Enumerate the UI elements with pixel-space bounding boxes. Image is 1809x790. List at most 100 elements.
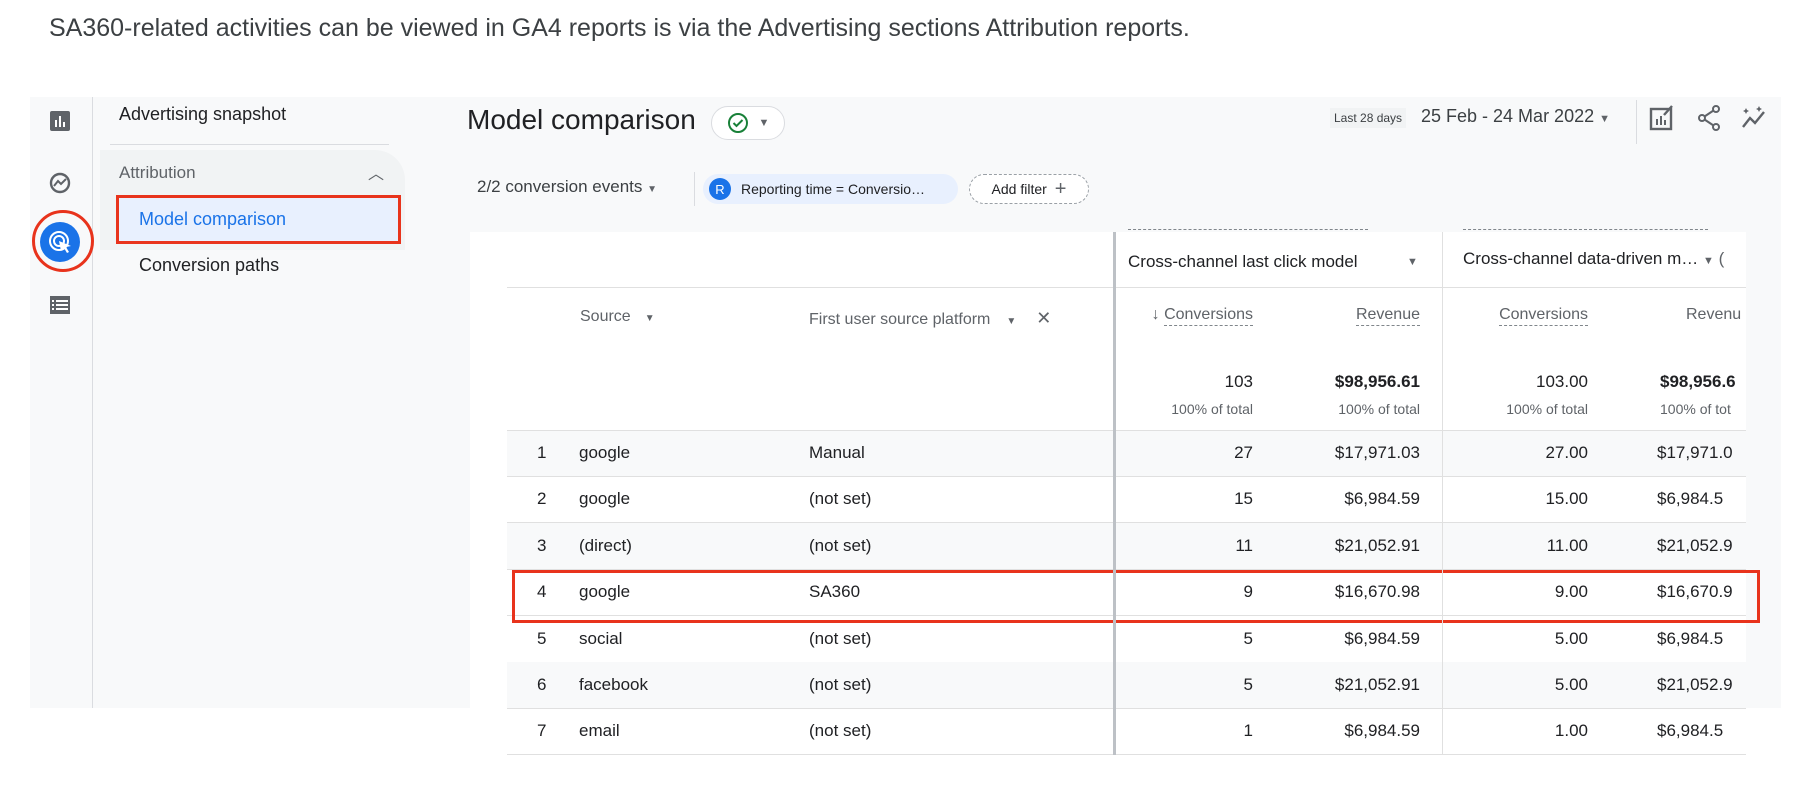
left-rail — [30, 97, 93, 708]
chip-avatar: R — [709, 178, 731, 200]
header-label: Conversions — [1164, 306, 1253, 326]
row-divider — [507, 430, 1746, 431]
add-filter-label: Add filter — [991, 181, 1047, 197]
caret-down-icon: ▼ — [1703, 255, 1714, 267]
caret-down-icon: ▼ — [644, 313, 655, 324]
header-label: Revenue — [1355, 306, 1420, 326]
cell-source[interactable]: email — [579, 721, 620, 741]
arrow-down-icon: ↓ — [1151, 306, 1160, 323]
total-revenue-1: $98,956.61 — [1334, 372, 1420, 391]
column-header-source[interactable]: Source ▼ — [580, 308, 655, 326]
share-icon[interactable] — [1696, 104, 1724, 132]
highlight-circle — [32, 210, 94, 272]
total-pct: 100% of tot — [1660, 401, 1731, 417]
page-title: Model comparison — [467, 104, 696, 135]
cell-conversions-2: 1.00 — [1554, 721, 1588, 741]
insights-icon[interactable] — [1740, 104, 1768, 132]
cell-platform[interactable]: (not set) — [809, 721, 871, 741]
nav-attribution-header[interactable]: Attribution — [119, 163, 196, 183]
nav-divider — [110, 144, 389, 145]
total-conversions-1: 103 — [1224, 372, 1253, 391]
row-divider — [507, 754, 1746, 756]
cell-conversions-2: 5.00 — [1554, 675, 1588, 694]
row-index: 1 — [537, 443, 547, 462]
add-filter-button[interactable]: Add filter + — [969, 174, 1089, 204]
cell-revenue-2: $6,984.5 — [1657, 721, 1724, 741]
cell-revenue-2: $21,052.9 — [1657, 535, 1733, 555]
cell-revenue-2: $6,984.5 — [1657, 489, 1724, 509]
cell-conversions-1: 27 — [1234, 443, 1253, 462]
cell-source[interactable]: facebook — [579, 675, 648, 695]
cell-revenue-1: $17,971.03 — [1334, 443, 1420, 462]
cell-revenue-1: $6,984.59 — [1344, 628, 1420, 648]
nav-item-conversion-paths[interactable]: Conversion paths — [139, 255, 279, 276]
customize-report-icon[interactable] — [1648, 104, 1676, 132]
column-header-conversions-1[interactable]: ↓ Conversions — [1125, 306, 1253, 326]
model-selector-data-driven[interactable]: Cross-channel data-driven m… ▼ ( — [1463, 249, 1724, 269]
cell-conversions-1: 5 — [1243, 628, 1253, 648]
cell-platform[interactable]: (not set) — [809, 489, 871, 509]
cell-platform[interactable]: (not set) — [809, 629, 871, 649]
cell-platform[interactable]: Manual — [809, 443, 865, 463]
conversion-events-dropdown[interactable]: 2/2 conversion events ▼ — [477, 177, 657, 197]
header-label: First user source platform — [809, 311, 991, 328]
highlight-box-row — [512, 570, 1760, 623]
cell-source[interactable]: social — [579, 629, 622, 649]
cell-source[interactable]: (direct) — [579, 536, 632, 556]
bar-chart-icon[interactable] — [46, 107, 74, 135]
row-index: 2 — [537, 489, 547, 509]
caret-down-icon: ▼ — [647, 184, 658, 195]
cell-platform[interactable]: (not set) — [809, 536, 871, 556]
column-header-revenue-1[interactable]: Revenue — [1300, 306, 1420, 326]
conversion-events-label: 2/2 conversion events — [477, 177, 643, 196]
model-selector-last-click[interactable]: Cross-channel last click model ▼ — [1128, 252, 1418, 272]
cell-revenue-2: $21,052.9 — [1657, 675, 1733, 694]
cell-platform[interactable]: (not set) — [809, 675, 871, 695]
caret-down-icon: ▼ — [1407, 256, 1418, 268]
cell-revenue-1: $6,984.59 — [1344, 721, 1420, 741]
toolbar-divider — [1636, 100, 1637, 144]
header-label: Revenu — [1686, 306, 1742, 324]
dimension-label-cut — [1128, 222, 1368, 230]
model-name: Cross-channel last click model — [1128, 252, 1358, 271]
row-index: 5 — [537, 628, 547, 648]
total-pct: 100% of total — [1171, 401, 1253, 417]
cell-revenue-1: $21,052.91 — [1334, 675, 1420, 694]
cell-revenue-1: $21,052.91 — [1334, 535, 1420, 555]
status-dropdown[interactable]: ▼ — [711, 106, 785, 140]
chevron-up-icon[interactable]: ︿ — [368, 160, 384, 184]
cell-revenue-1: $6,984.59 — [1344, 489, 1420, 509]
date-preset-badge: Last 28 days — [1330, 108, 1407, 128]
list-icon[interactable] — [46, 291, 74, 319]
cell-conversions-2: 5.00 — [1554, 628, 1588, 648]
caret-down-icon: ▼ — [758, 117, 770, 129]
total-pct: 100% of total — [1506, 401, 1588, 417]
cell-conversions-1: 5 — [1243, 675, 1253, 694]
cell-source[interactable]: google — [579, 443, 630, 463]
cell-conversions-2: 11.00 — [1546, 535, 1588, 555]
total-revenue-2: $98,956.6 — [1660, 372, 1736, 391]
check-circle-icon — [727, 113, 748, 133]
total-pct: 100% of total — [1338, 401, 1420, 417]
cell-conversions-1: 15 — [1234, 489, 1253, 509]
close-icon[interactable]: ✕ — [1036, 308, 1051, 328]
date-range-text: 25 Feb - 24 Mar 2022 — [1421, 106, 1595, 126]
column-header-conversions-2[interactable]: Conversions — [1460, 306, 1588, 326]
plus-icon: + — [1054, 177, 1067, 200]
cell-conversions-2: 15.00 — [1545, 489, 1588, 509]
header-label: Conversions — [1499, 306, 1588, 326]
column-separator — [1113, 232, 1116, 755]
nav-advertising-snapshot[interactable]: Advertising snapshot — [119, 104, 286, 125]
divider — [507, 287, 1114, 288]
cell-source[interactable]: google — [579, 489, 630, 509]
reporting-time-filter-chip[interactable]: R Reporting time = Conversio… — [703, 174, 958, 204]
date-range-picker[interactable]: 25 Feb - 24 Mar 2022 ▼ — [1421, 106, 1610, 127]
nav-item-model-comparison[interactable]: Model comparison — [116, 195, 401, 244]
row-index: 7 — [537, 721, 547, 741]
caret-down-icon: ▼ — [1006, 316, 1017, 327]
cell-revenue-2: $6,984.5 — [1657, 628, 1724, 648]
row-index: 6 — [537, 675, 547, 694]
column-header-platform[interactable]: First user source platform ▼ ✕ — [809, 308, 1051, 329]
column-header-revenue-2[interactable]: Revenu — [1686, 306, 1746, 324]
explore-icon[interactable] — [46, 169, 74, 197]
